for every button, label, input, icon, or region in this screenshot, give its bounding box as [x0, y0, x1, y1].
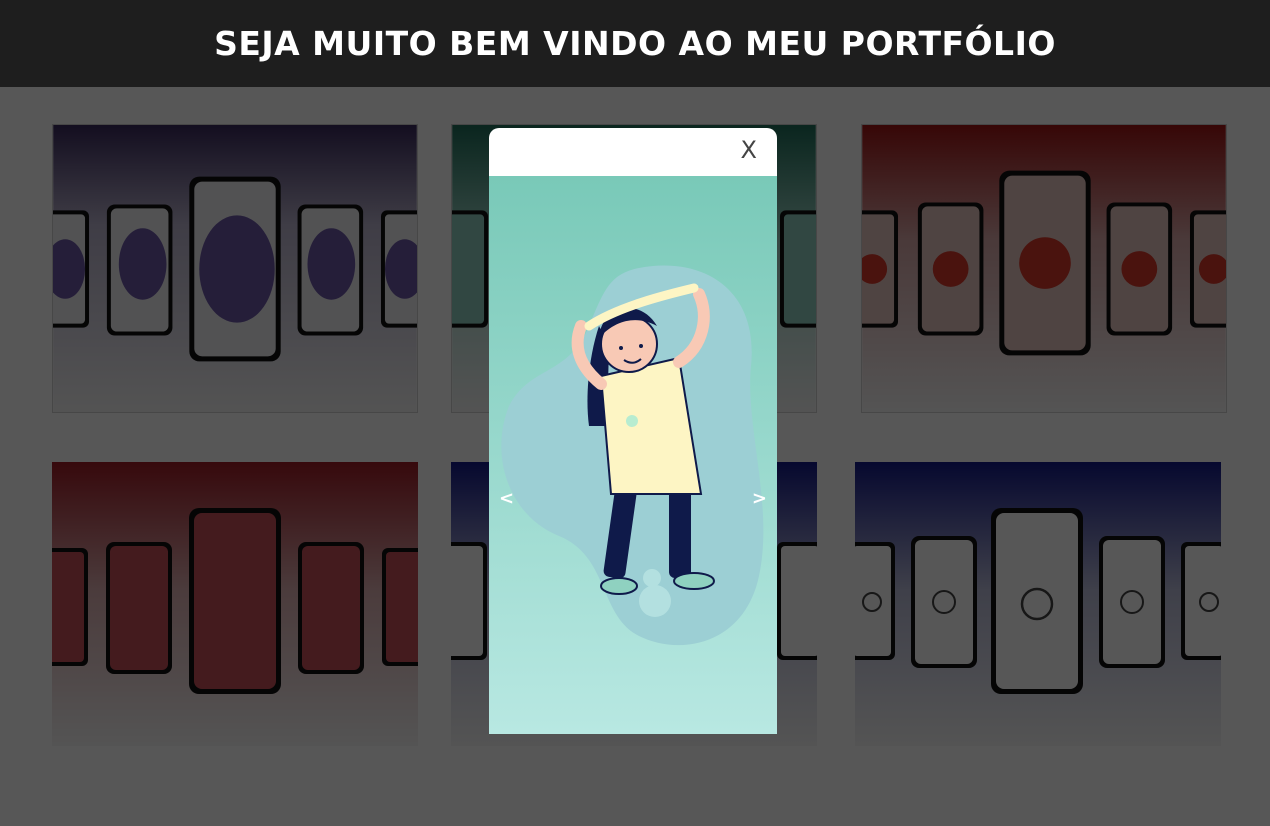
page-title: SEJA MUITO BEM VINDO AO MEU PORTFÓLIO	[214, 24, 1056, 63]
modal-image: < >	[489, 176, 777, 734]
image-modal: X < >	[489, 128, 777, 734]
close-button[interactable]: X	[741, 136, 757, 164]
modal-header: X	[489, 128, 777, 176]
previous-button[interactable]: <	[499, 488, 514, 509]
page-header: SEJA MUITO BEM VINDO AO MEU PORTFÓLIO	[0, 0, 1270, 87]
next-button[interactable]: >	[752, 488, 767, 509]
character-illustration	[489, 176, 777, 734]
